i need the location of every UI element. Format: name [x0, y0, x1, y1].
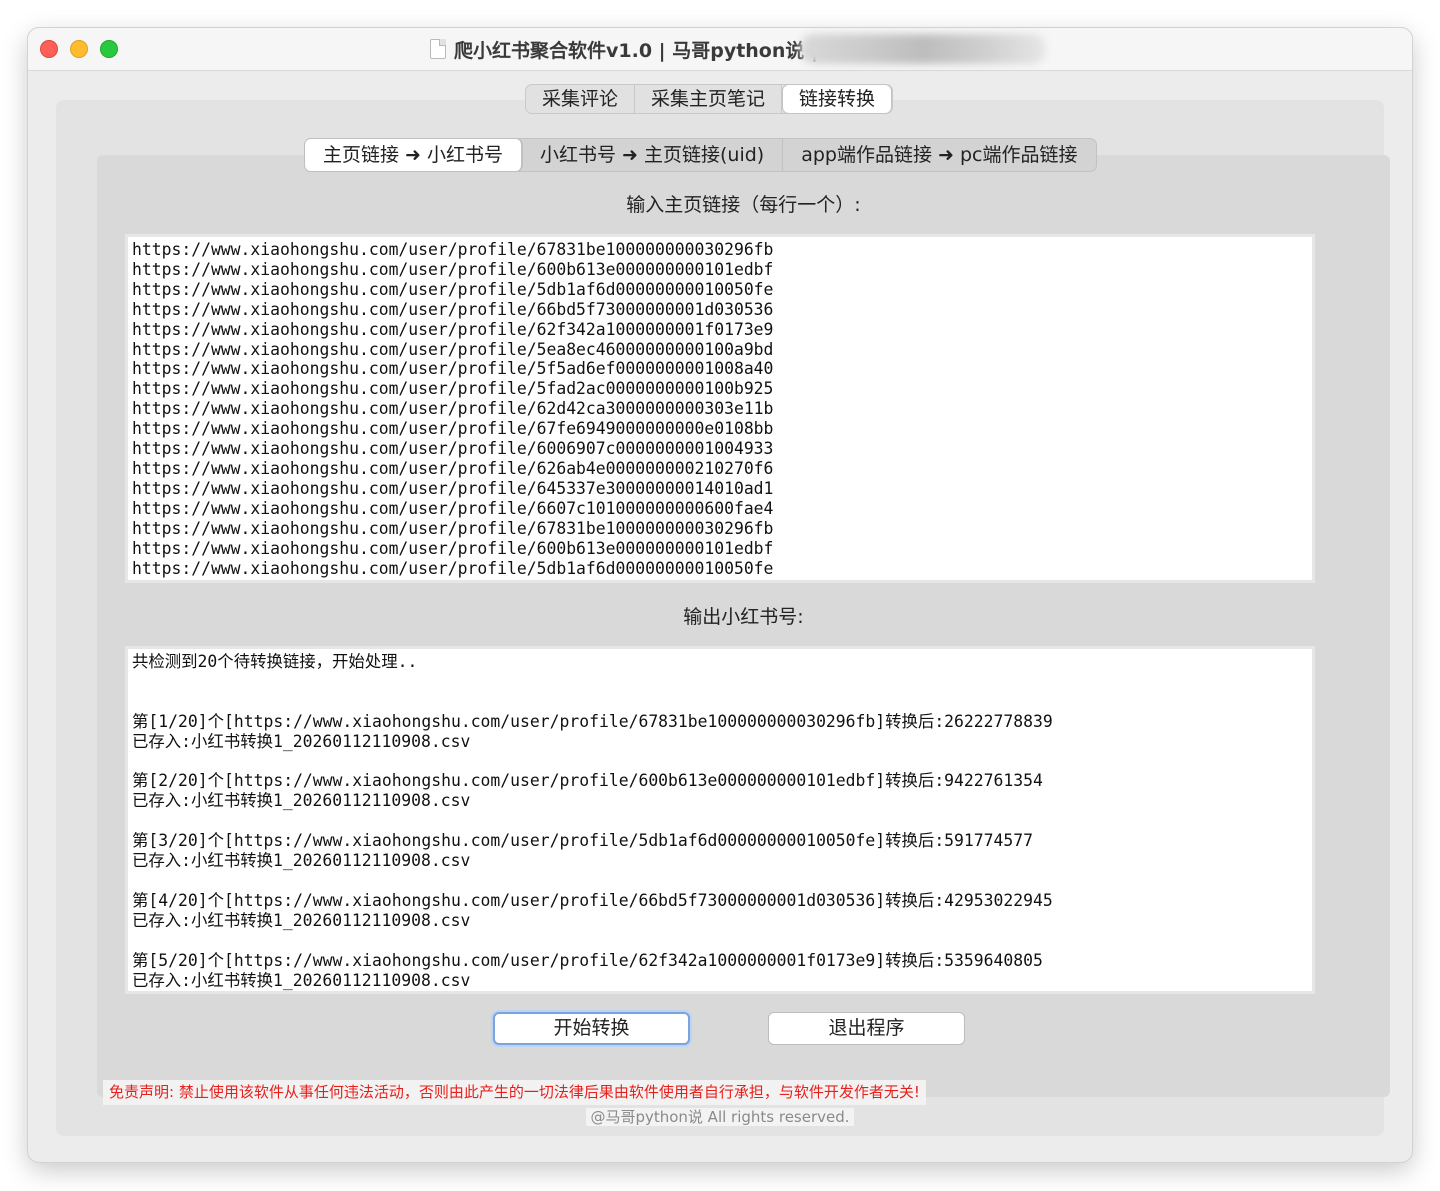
redacted-title-blur — [800, 34, 1046, 64]
sub-tab-bar: 主页链接 ➜ 小红书号 小红书号 ➜ 主页链接(uid) app端作品链接 ➜ … — [304, 138, 1097, 172]
tab-id-to-profile-link[interactable]: 小红书号 ➜ 主页链接(uid) — [522, 139, 784, 171]
tab-collect-profile-notes[interactable]: 采集主页笔记 — [635, 85, 783, 113]
maximize-window-button[interactable] — [100, 40, 118, 58]
tab-link-convert[interactable]: 链接转换 — [783, 85, 892, 113]
output-label: 输出小红书号: — [683, 606, 804, 628]
output-log-textarea[interactable]: 共检测到20个待转换链接，开始处理.. 第[1/20]个[https://www… — [125, 646, 1315, 994]
disclaimer-text: 免责声明: 禁止使用该软件从事任何违法活动，否则由此产生的一切法律后果由软件使用… — [103, 1080, 926, 1105]
title-bar[interactable]: 爬小红书聚合软件v1.0 | 马哥python说 | — [28, 28, 1412, 71]
copyright-row: @马哥python说 All rights reserved. — [28, 1106, 1412, 1127]
tab-profile-link-to-id[interactable]: 主页链接 ➜ 小红书号 — [305, 139, 522, 171]
main-tab-bar: 采集评论 采集主页笔记 链接转换 — [525, 84, 894, 114]
close-window-button[interactable] — [40, 40, 58, 58]
app-window: 爬小红书聚合软件v1.0 | 马哥python说 | 采集评论 采集主页笔记 链… — [28, 28, 1412, 1162]
start-convert-button[interactable]: 开始转换 — [493, 1012, 690, 1045]
window-title: 爬小红书聚合软件v1.0 | 马哥python说 | — [454, 39, 818, 62]
tab-app-link-to-pc-link[interactable]: app端作品链接 ➜ pc端作品链接 — [783, 139, 1095, 171]
profile-links-input[interactable]: https://www.xiaohongshu.com/user/profile… — [125, 234, 1315, 583]
input-label: 输入主页链接（每行一个）: — [626, 194, 861, 216]
exit-program-button[interactable]: 退出程序 — [768, 1012, 965, 1045]
tab-collect-comments[interactable]: 采集评论 — [526, 85, 636, 113]
window-title-group: 爬小红书聚合软件v1.0 | 马哥python说 | — [430, 37, 818, 62]
minimize-window-button[interactable] — [70, 40, 88, 58]
copyright-text: @马哥python说 All rights reserved. — [586, 1108, 854, 1126]
document-icon — [430, 39, 446, 59]
